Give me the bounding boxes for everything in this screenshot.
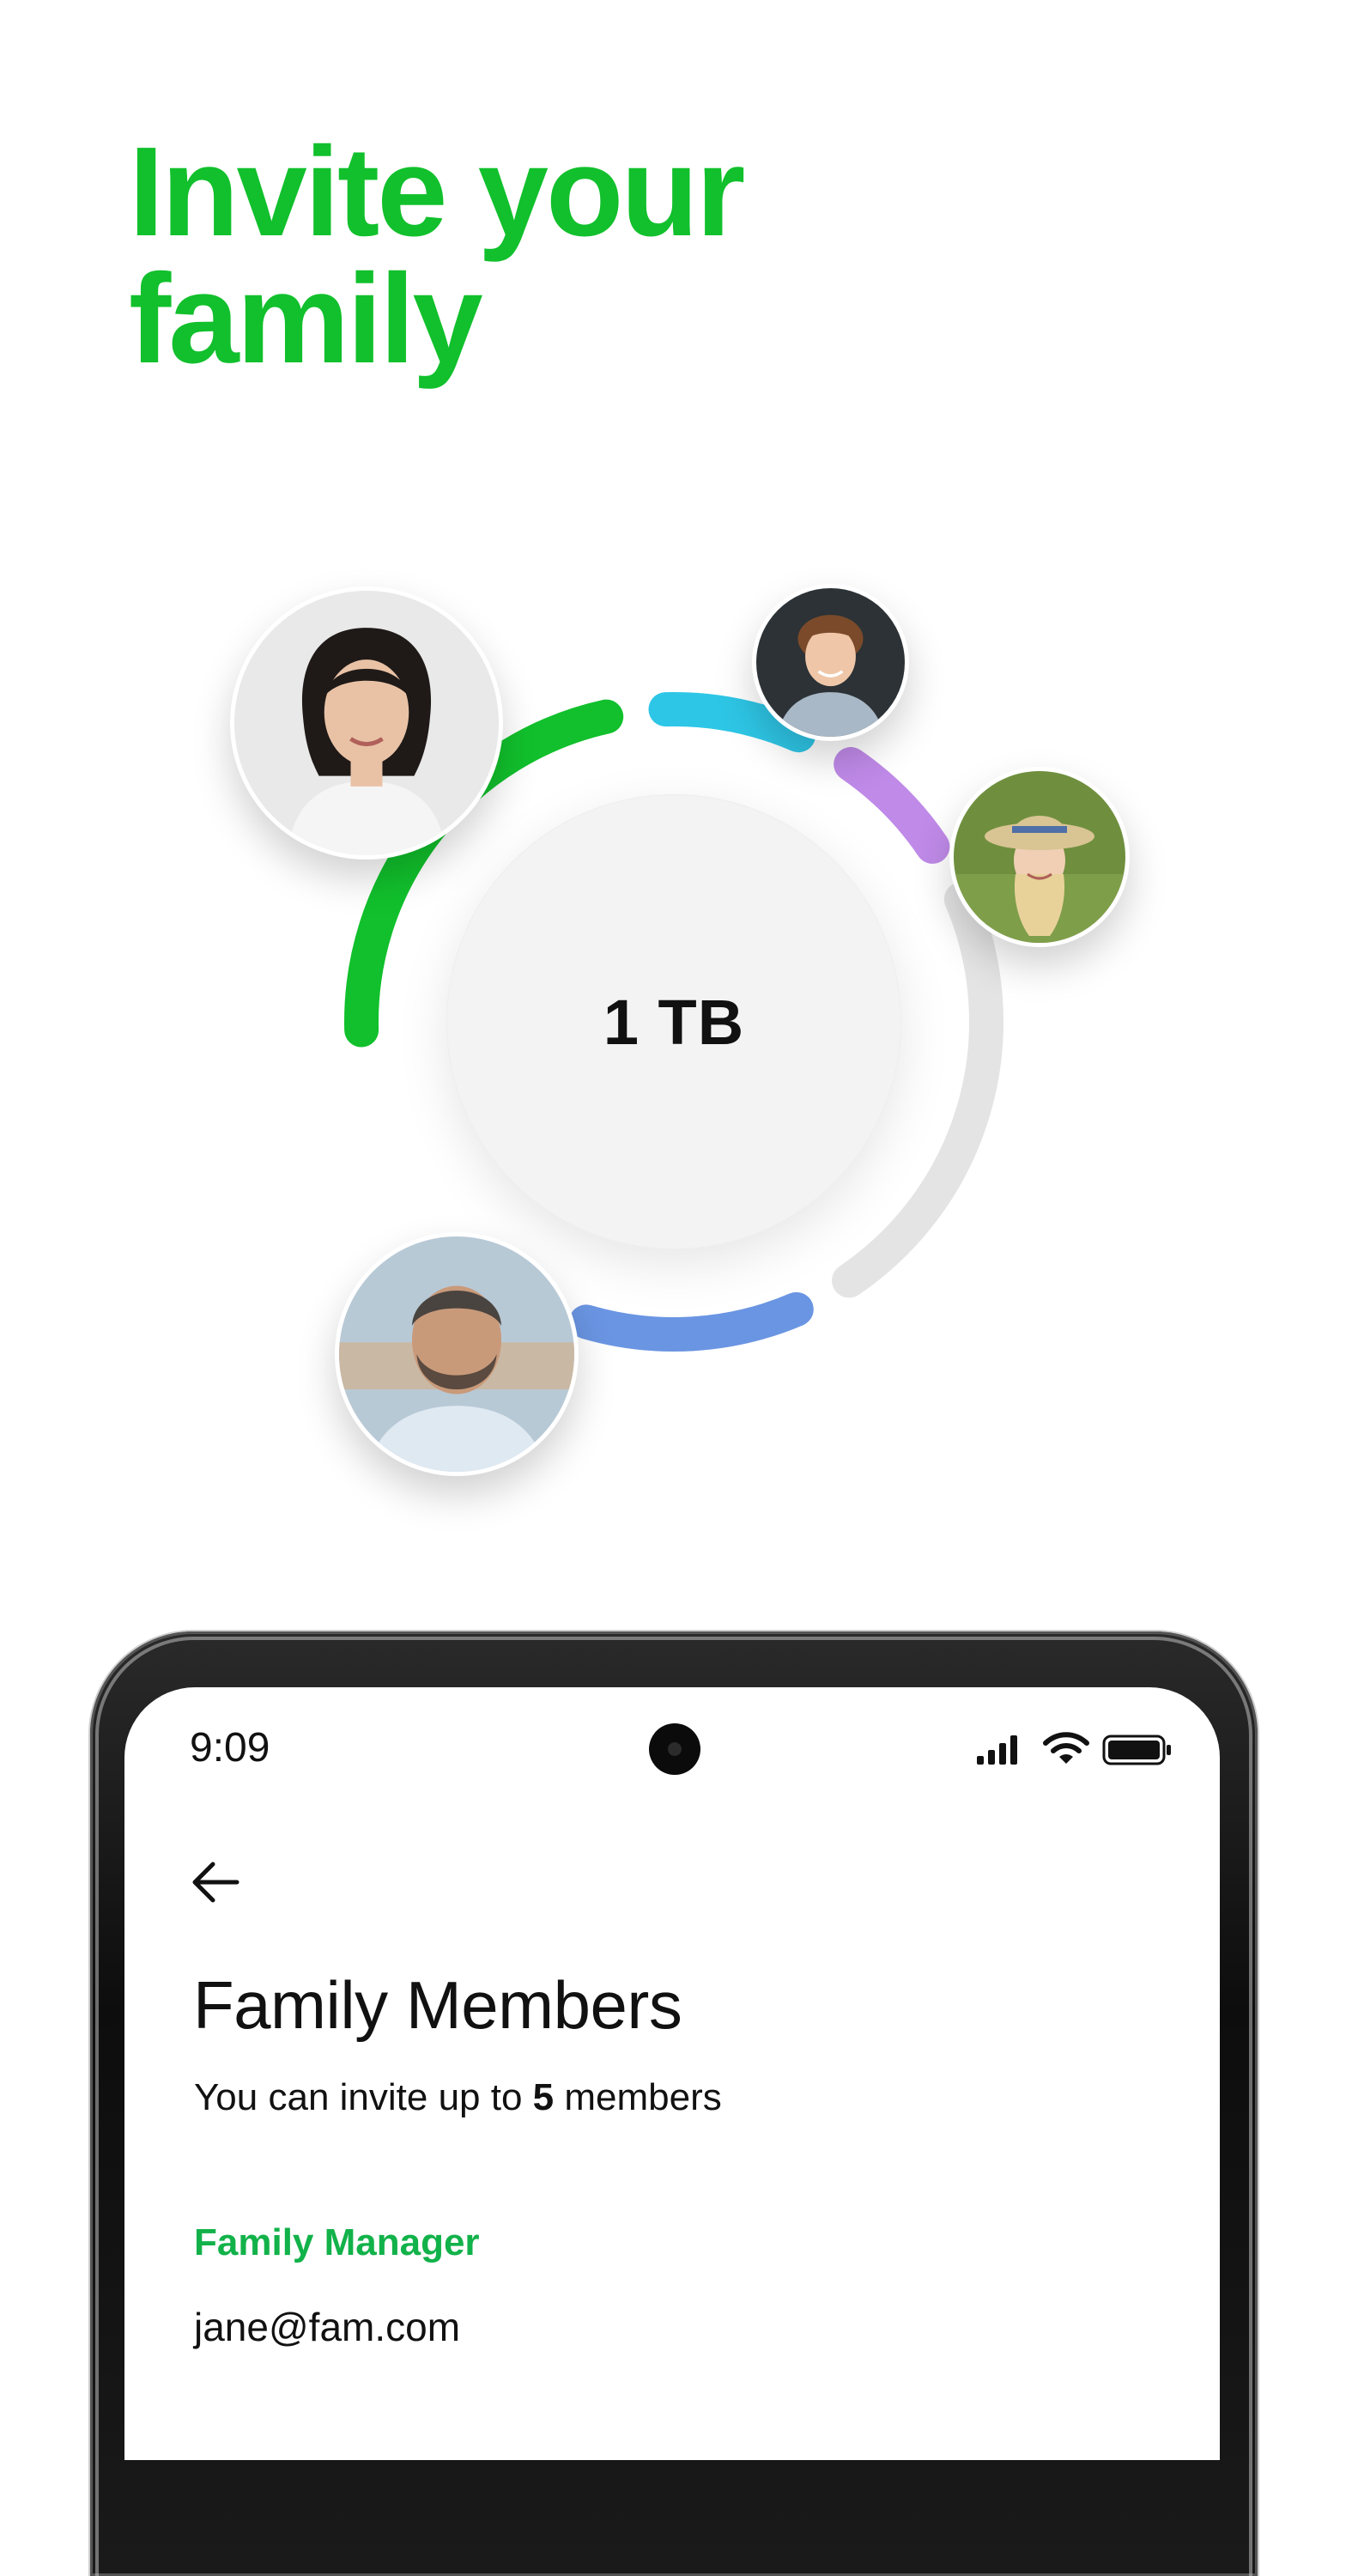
status-bar-time: 9:09: [190, 1725, 270, 1771]
avatar-woman-hat: [949, 767, 1130, 947]
page-title: Family Members: [193, 1967, 682, 2043]
avatar-young-man-curly: [752, 584, 909, 741]
ring-segment-avatar-man-beard: [568, 1291, 814, 1352]
storage-capacity-label: 1 TB: [603, 986, 745, 1058]
signal-icon: [977, 1735, 1017, 1765]
avatar-woman-dark-hair: [230, 586, 503, 860]
back-button[interactable]: [191, 1857, 240, 1907]
status-bar-icons: [977, 1730, 1176, 1770]
wifi-icon: [1043, 1732, 1089, 1764]
subtitle-prefix: You can invite up to: [194, 2076, 533, 2118]
battery-icon: [1102, 1735, 1171, 1765]
subtitle-member-count: 5: [532, 2076, 555, 2118]
arrow-left-icon: [192, 1862, 239, 1903]
front-camera: [649, 1723, 700, 1775]
page-subtitle: You can invite up to 5 members: [194, 2076, 722, 2119]
family-manager-label: Family Manager: [194, 2221, 480, 2263]
manager-email: jane@fam.com: [194, 2305, 461, 2349]
avatar-man-beard: [335, 1232, 579, 1476]
subtitle-suffix: members: [554, 2076, 722, 2118]
